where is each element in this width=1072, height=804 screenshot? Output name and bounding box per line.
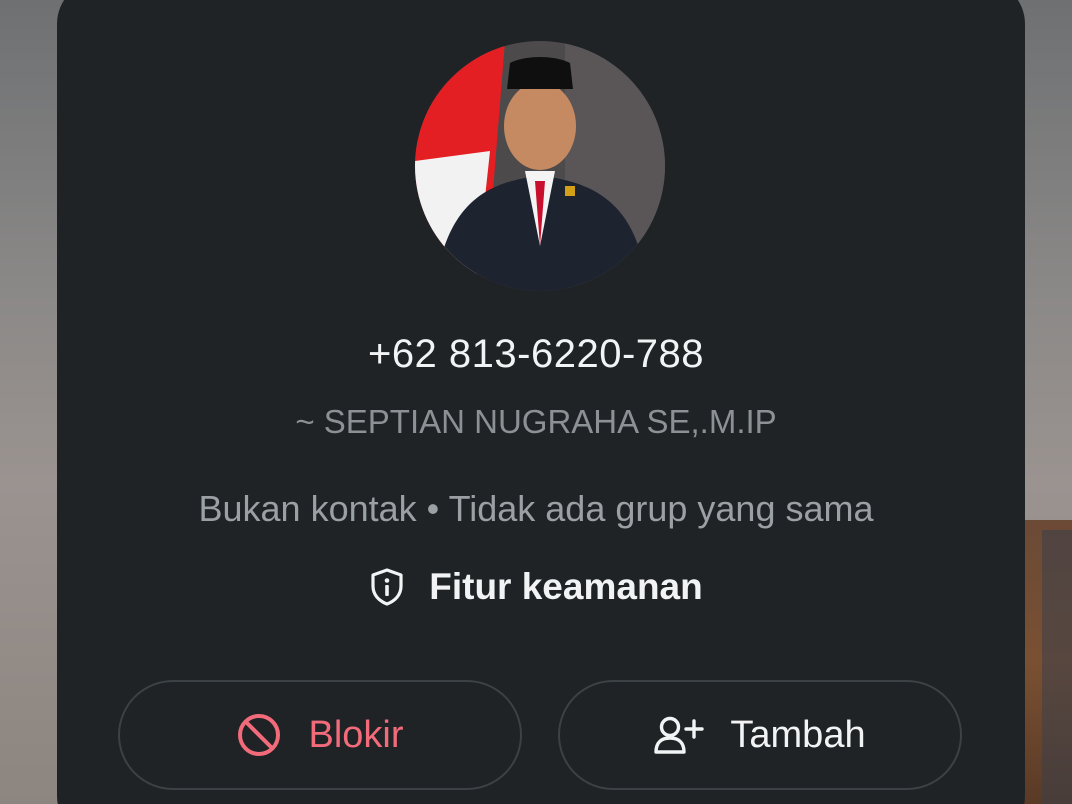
block-button[interactable]: Blokir xyxy=(118,680,522,790)
block-button-label: Blokir xyxy=(308,713,404,756)
contact-status-line: Bukan kontak • Tidak ada grup yang sama xyxy=(198,488,874,529)
add-person-icon xyxy=(654,715,705,755)
add-contact-label: Tambah xyxy=(730,713,866,756)
shield-info-icon xyxy=(369,567,405,607)
contact-avatar[interactable] xyxy=(415,41,665,291)
phone-number: +62 813-6220-788 xyxy=(367,332,705,376)
block-icon xyxy=(236,712,282,758)
security-features-link[interactable]: Fitur keamanan xyxy=(0,566,1072,608)
push-name: ~ SEPTIAN NUGRAHA SE,.M.IP xyxy=(295,403,777,440)
security-features-label: Fitur keamanan xyxy=(429,566,703,607)
add-contact-button[interactable]: Tambah xyxy=(558,680,962,790)
